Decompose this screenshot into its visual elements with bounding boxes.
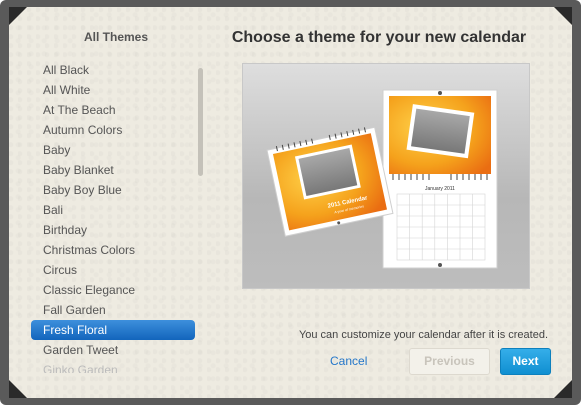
theme-list-item[interactable]: Ginko Garden xyxy=(31,360,195,373)
theme-preview: January 2011 2011 Calendar A year of mem… xyxy=(242,63,530,289)
theme-list-item[interactable]: Classic Elegance xyxy=(31,280,195,300)
corner-decoration xyxy=(554,7,572,25)
open-calendar: January 2011 xyxy=(382,89,498,269)
theme-list-item[interactable]: Garden Tweet xyxy=(31,340,195,360)
theme-list-item[interactable]: At The Beach xyxy=(31,100,195,120)
corner-decoration xyxy=(554,380,572,398)
theme-list-item[interactable]: All Black xyxy=(31,60,195,80)
theme-list-item[interactable]: Autumn Colors xyxy=(31,120,195,140)
theme-list-scrollbar[interactable] xyxy=(198,68,203,176)
theme-list-item[interactable]: Bali xyxy=(31,200,195,220)
theme-list-item[interactable]: Circus xyxy=(31,260,195,280)
calendar-cover: 2011 Calendar A year of memories xyxy=(266,126,394,237)
theme-list-item[interactable]: Baby Boy Blue xyxy=(31,180,195,200)
previous-button[interactable]: Previous xyxy=(409,348,490,375)
customize-note: You can customize your calendar after it… xyxy=(298,329,548,341)
theme-dialog: All Themes All Black All White At The Beac… xyxy=(0,0,581,405)
page-title: Choose a theme for your new calendar xyxy=(231,29,527,46)
cancel-button[interactable]: Cancel xyxy=(330,354,367,368)
calendar-preview-illustration: January 2011 2011 Calendar A year of mem… xyxy=(266,89,498,269)
theme-list-item[interactable]: All White xyxy=(31,80,195,100)
corner-decoration xyxy=(9,380,27,398)
next-button[interactable]: Next xyxy=(500,348,551,375)
corner-decoration xyxy=(9,7,27,25)
sidebar-title: All Themes xyxy=(83,30,149,44)
theme-list-item[interactable]: Baby xyxy=(31,140,195,160)
theme-list-item[interactable]: Christmas Colors xyxy=(31,240,195,260)
theme-list-item[interactable]: Fresh Floral xyxy=(31,320,195,340)
calendar-month-label: January 2011 xyxy=(425,186,455,192)
theme-list-item[interactable]: Birthday xyxy=(31,220,195,240)
theme-list-item[interactable]: Fall Garden xyxy=(31,300,195,320)
theme-list[interactable]: All Black All White At The Beach Autumn Col… xyxy=(31,60,195,373)
theme-list-item[interactable]: Baby Blanket xyxy=(31,160,195,180)
